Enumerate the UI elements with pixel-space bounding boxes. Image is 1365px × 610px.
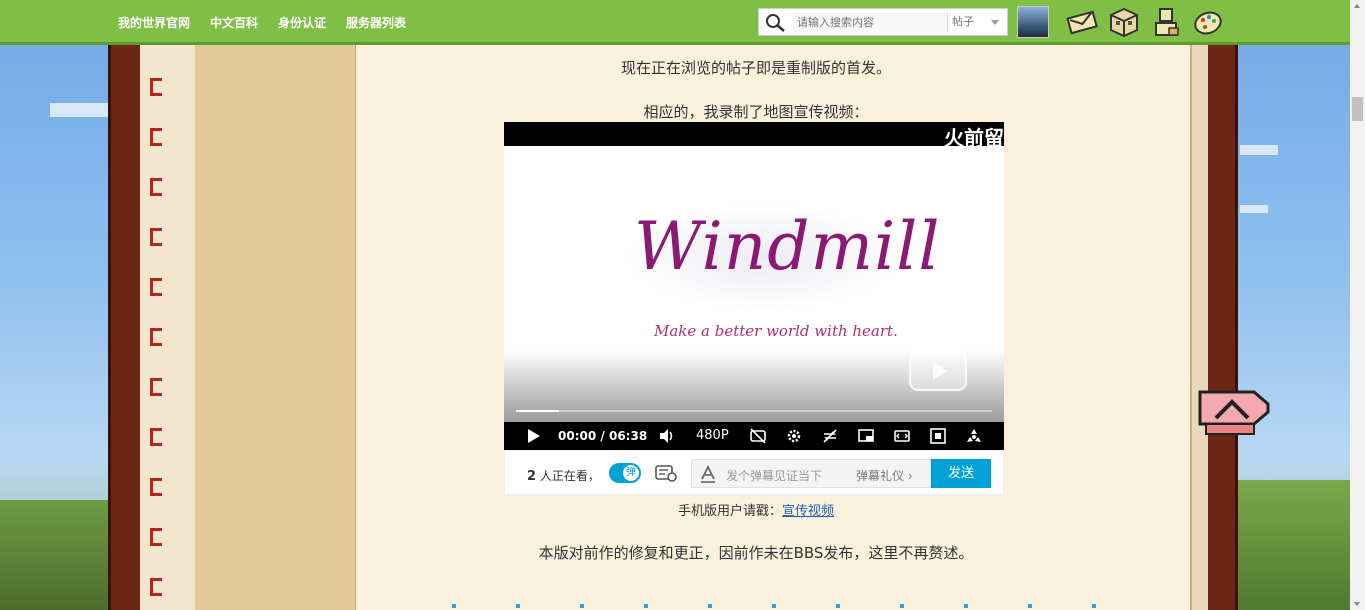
danmaku-bar: 2 人正在看， 弹 发个弹幕见证当下 弹幕礼仪 › 发送 bbox=[504, 450, 1004, 495]
tree-left bbox=[0, 500, 108, 610]
scroll-up-icon[interactable] bbox=[1354, 4, 1360, 8]
divider-dot bbox=[516, 604, 520, 608]
time-separator: / bbox=[600, 429, 605, 443]
user-icon[interactable] bbox=[1150, 6, 1182, 38]
page-edge-right bbox=[1190, 45, 1208, 610]
book-spine-right bbox=[1208, 45, 1238, 610]
time-display: 00:00 / 06:38 bbox=[558, 429, 647, 443]
nav-server-list[interactable]: 服务器列表 bbox=[346, 14, 406, 31]
scroll-down-icon[interactable] bbox=[1354, 602, 1360, 606]
post-line-2: 相应的，我录制了地图宣传视频： bbox=[643, 103, 869, 121]
binding-stitch bbox=[150, 128, 162, 146]
chevron-down-icon bbox=[991, 20, 999, 25]
book-binding bbox=[140, 45, 195, 610]
search-icon[interactable] bbox=[765, 13, 787, 33]
progress-fill bbox=[516, 410, 559, 412]
crafting-table-icon[interactable] bbox=[1108, 6, 1140, 38]
danmaku-toggle[interactable]: 弹 bbox=[609, 463, 641, 483]
binding-stitch bbox=[150, 328, 162, 346]
current-time: 00:00 bbox=[558, 429, 597, 443]
binding-stitch bbox=[150, 428, 162, 446]
video-controls: 00:00 / 06:38 480P bbox=[504, 422, 1004, 450]
main-nav: 我的世界官网 中文百科 身份认证 服务器列表 bbox=[118, 0, 406, 45]
divider-dot bbox=[708, 604, 712, 608]
envelope-icon[interactable] bbox=[1066, 6, 1098, 38]
viewer-count-suffix: 人正在看， bbox=[539, 469, 600, 483]
book-spine-left bbox=[108, 45, 140, 610]
video-title-bar bbox=[504, 122, 1004, 146]
picture-in-picture-icon[interactable] bbox=[857, 427, 875, 445]
cloud bbox=[1240, 205, 1268, 213]
mobile-notice: 手机版用户请戳：宣传视频 bbox=[356, 500, 1156, 519]
duration: 06:38 bbox=[608, 429, 648, 443]
viewer-count-number: 2 bbox=[527, 469, 537, 484]
windmill-logo-title: Windmill bbox=[634, 208, 941, 285]
binding-stitch bbox=[150, 578, 162, 596]
fullscreen-icon[interactable] bbox=[929, 427, 947, 445]
danmaku-toggle-label: 弹 bbox=[623, 465, 639, 481]
post-line-3: 本版对前作的修复和更正，因前作未在BBS发布，这里不再赘述。 bbox=[538, 544, 974, 562]
binding-stitch bbox=[150, 528, 162, 546]
binding-stitch bbox=[150, 378, 162, 396]
divider-dot bbox=[580, 604, 584, 608]
video-corner-text: 火前留 bbox=[944, 126, 1004, 150]
divider-dot bbox=[772, 604, 776, 608]
send-button[interactable]: 发送 bbox=[931, 459, 991, 488]
divider-dot bbox=[964, 604, 968, 608]
cloud bbox=[1240, 145, 1278, 155]
play-overlay-icon[interactable] bbox=[907, 342, 969, 394]
settings-gear-icon[interactable] bbox=[785, 427, 803, 445]
binding-stitch bbox=[150, 178, 162, 196]
volume-icon[interactable] bbox=[658, 427, 676, 445]
quality-selector[interactable]: 480P bbox=[696, 428, 729, 443]
nav-minecraft-official[interactable]: 我的世界官网 bbox=[118, 14, 190, 31]
tree-right bbox=[1238, 480, 1350, 610]
decorative-divider bbox=[440, 602, 1120, 610]
windmill-logo-subtitle: Make a better world with heart. bbox=[654, 322, 898, 340]
back-to-top-icon[interactable] bbox=[1198, 390, 1270, 442]
top-bar: 我的世界官网 中文百科 身份认证 服务器列表 帖子 bbox=[0, 0, 1350, 45]
page-scrollbar[interactable] bbox=[1350, 0, 1365, 610]
palette-icon[interactable] bbox=[1192, 6, 1224, 38]
binding-stitch bbox=[150, 278, 162, 296]
chevron-right-icon: › bbox=[907, 469, 913, 483]
left-column bbox=[195, 45, 356, 610]
mobile-notice-text: 手机版用户请戳： bbox=[677, 504, 782, 519]
post-line-1: 现在正在浏览的帖子即是重制版的首发。 bbox=[620, 59, 891, 77]
danmaku-placeholder: 发个弹幕见证当下 bbox=[726, 469, 823, 483]
binding-stitch bbox=[150, 78, 162, 96]
danmaku-off-icon[interactable] bbox=[749, 427, 767, 445]
text-style-icon[interactable] bbox=[700, 465, 716, 483]
cloud bbox=[50, 103, 108, 117]
binding-stitch bbox=[150, 228, 162, 246]
play-icon[interactable] bbox=[524, 427, 542, 445]
danmaku-input[interactable]: 发个弹幕见证当下 弹幕礼仪 › bbox=[691, 459, 931, 488]
promo-video-link[interactable]: 宣传视频 bbox=[782, 504, 834, 519]
nav-identity-verify[interactable]: 身份认证 bbox=[278, 14, 326, 31]
nav-chinese-wiki[interactable]: 中文百科 bbox=[210, 14, 258, 31]
viewer-count: 2 人正在看， bbox=[527, 467, 600, 484]
binding-stitch bbox=[150, 478, 162, 496]
avatar[interactable] bbox=[1017, 6, 1049, 38]
danmaku-etiquette-label: 弹幕礼仪 bbox=[856, 469, 905, 483]
divider-dot bbox=[836, 604, 840, 608]
divider-dot bbox=[1028, 604, 1032, 608]
loop-off-icon[interactable] bbox=[821, 427, 839, 445]
danmaku-settings-icon[interactable] bbox=[655, 464, 677, 482]
divider-dot bbox=[452, 604, 456, 608]
progress-bar[interactable] bbox=[516, 410, 992, 412]
divider-dot bbox=[1092, 604, 1096, 608]
danmaku-etiquette-link[interactable]: 弹幕礼仪 › bbox=[856, 467, 913, 484]
search-type-select[interactable]: 帖子 bbox=[947, 12, 1005, 32]
search-box: 帖子 bbox=[758, 8, 1008, 36]
search-type-label: 帖子 bbox=[952, 15, 974, 28]
divider-dot bbox=[900, 604, 904, 608]
scrollbar-thumb[interactable] bbox=[1352, 97, 1363, 121]
video-player[interactable]: 火前留 Windmill Make a better world with he… bbox=[504, 122, 1004, 450]
divider-dot bbox=[644, 604, 648, 608]
widescreen-icon[interactable] bbox=[893, 427, 911, 445]
fan-icon[interactable] bbox=[965, 427, 983, 445]
search-input[interactable] bbox=[793, 12, 951, 32]
